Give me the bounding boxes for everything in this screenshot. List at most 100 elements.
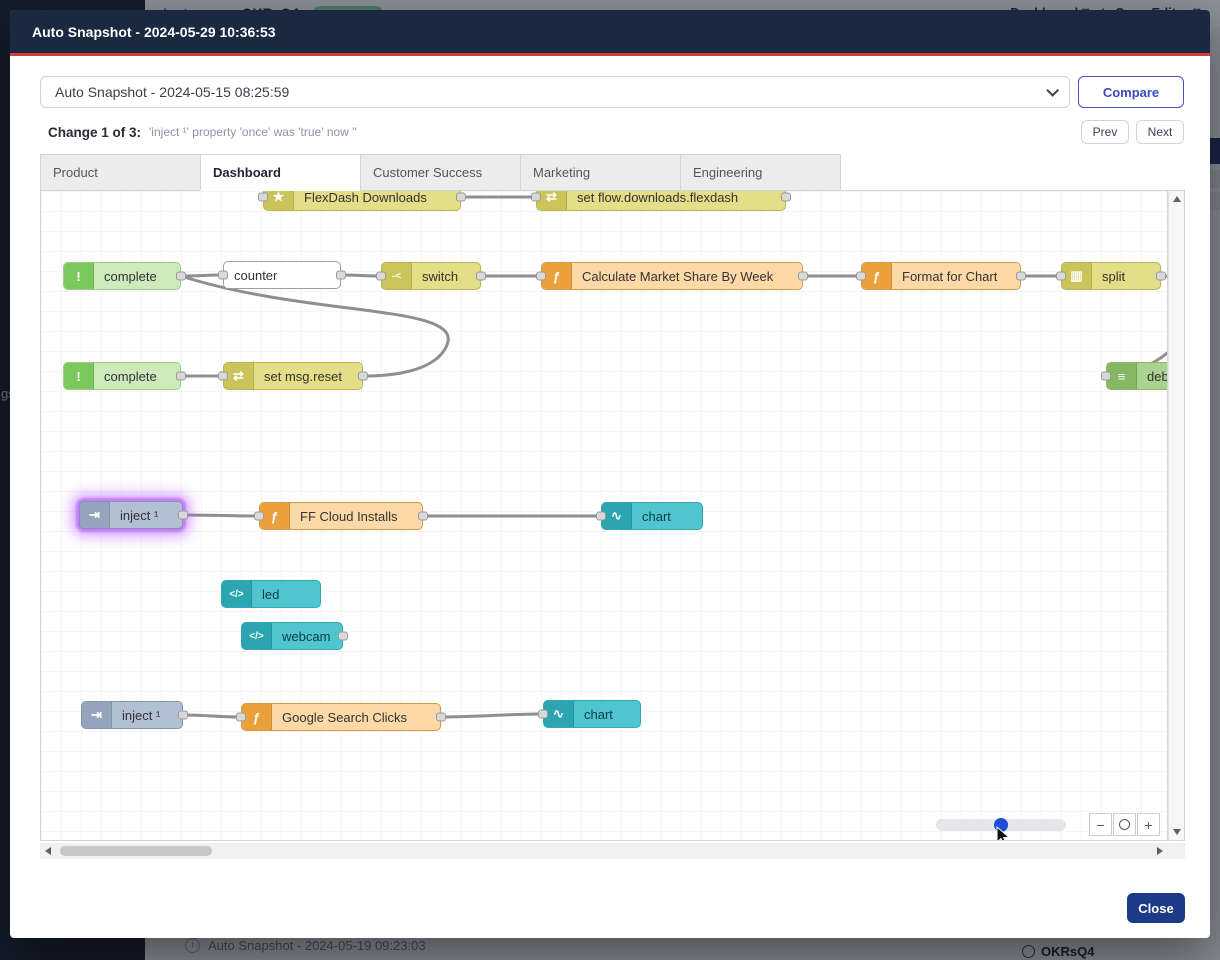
tab-customer-success[interactable]: Customer Success <box>360 154 521 191</box>
flow-node-complete-1[interactable]: !complete <box>63 262 181 290</box>
port-right[interactable] <box>338 632 348 641</box>
flow-node-split[interactable]: ▥split <box>1061 262 1161 290</box>
port-right[interactable] <box>456 193 466 202</box>
port-right[interactable] <box>178 711 188 720</box>
scroll-right-icon[interactable] <box>1157 847 1163 855</box>
node-label: complete <box>94 269 167 284</box>
tab-marketing[interactable]: Marketing <box>520 154 681 191</box>
node-label: complete <box>94 369 167 384</box>
flow-node-webcam[interactable]: </>webcam <box>241 622 343 650</box>
next-button[interactable]: Next <box>1136 120 1184 144</box>
port-left[interactable] <box>596 512 606 521</box>
function-icon: ƒ <box>542 263 572 289</box>
flow-canvas[interactable]: − + ★FlexDash Downloads⇄set flow.downloa… <box>40 190 1168 841</box>
function-icon: ƒ <box>862 263 892 289</box>
port-right[interactable] <box>1016 272 1026 281</box>
scroll-left-icon[interactable] <box>45 847 51 855</box>
port-right[interactable] <box>418 512 428 521</box>
node-label: FF Cloud Installs <box>290 509 408 524</box>
compare-button[interactable]: Compare <box>1078 76 1184 108</box>
node-label: set msg.reset <box>254 369 352 384</box>
flow-node-calculate-market-share[interactable]: ƒCalculate Market Share By Week <box>541 262 803 290</box>
flow-node-ff-cloud-installs[interactable]: ƒFF Cloud Installs <box>259 502 423 530</box>
port-left[interactable] <box>218 271 228 280</box>
function-icon: ƒ <box>242 704 272 730</box>
port-left[interactable] <box>538 710 548 719</box>
port-left[interactable] <box>376 272 386 281</box>
port-right[interactable] <box>178 511 188 520</box>
modal-title: Auto Snapshot - 2024-05-29 10:36:53 <box>32 24 276 40</box>
flow-node-complete-2[interactable]: !complete <box>63 362 181 390</box>
tab-engineering[interactable]: Engineering <box>680 154 841 191</box>
flow-node-led[interactable]: </>led <box>221 580 321 608</box>
port-right[interactable] <box>358 372 368 381</box>
chart-icon: ∿ <box>544 701 574 727</box>
code-icon: </> <box>222 581 252 607</box>
port-left[interactable] <box>536 272 546 281</box>
node-label: debug <box>1137 369 1168 384</box>
flow-node-inject-1[interactable]: ⇥inject ¹ <box>79 501 183 529</box>
port-left[interactable] <box>1101 372 1111 381</box>
flow-node-switch[interactable]: -<switch <box>381 262 481 290</box>
port-right[interactable] <box>436 713 446 722</box>
node-label: set flow.downloads.flexdash <box>567 190 748 205</box>
node-label: switch <box>412 269 468 284</box>
port-left[interactable] <box>236 713 246 722</box>
port-right[interactable] <box>336 271 346 280</box>
snapshot-diff-modal: Auto Snapshot - 2024-05-29 10:36:53 Auto… <box>10 10 1210 938</box>
change-icon: ⇄ <box>224 363 254 389</box>
debug-icon: ≡ <box>1107 363 1137 389</box>
node-label: inject ¹ <box>112 708 170 723</box>
flow-node-chart-2[interactable]: ∿chart <box>543 700 641 728</box>
node-label: chart <box>574 707 623 722</box>
zoom-in-button[interactable]: + <box>1137 813 1160 836</box>
flow-node-inject-2[interactable]: ⇥inject ¹ <box>81 701 183 729</box>
zoom-out-button[interactable]: − <box>1089 813 1112 836</box>
node-label: counter <box>224 268 287 283</box>
node-label: split <box>1092 269 1135 284</box>
port-right[interactable] <box>476 272 486 281</box>
port-left[interactable] <box>1056 272 1066 281</box>
flow-node-google-search-clicks[interactable]: ƒGoogle Search Clicks <box>241 703 441 731</box>
complete-icon: ! <box>64 263 94 289</box>
port-left[interactable] <box>856 272 866 281</box>
node-label: webcam <box>272 629 340 644</box>
port-right[interactable] <box>176 272 186 281</box>
port-right[interactable] <box>1156 272 1166 281</box>
close-button[interactable]: Close <box>1127 893 1185 923</box>
port-right[interactable] <box>176 372 186 381</box>
inject-icon: ⇥ <box>80 502 110 528</box>
node-label: inject ¹ <box>110 508 168 523</box>
change-counter-label: Change 1 of 3: <box>48 125 141 140</box>
port-left[interactable] <box>258 193 268 202</box>
horizontal-scroll-thumb[interactable] <box>60 846 212 856</box>
chart-icon: ∿ <box>602 503 632 529</box>
flow-node-debug[interactable]: ≡debug <box>1106 362 1168 390</box>
scroll-down-icon[interactable] <box>1173 829 1181 835</box>
complete-icon: ! <box>64 363 94 389</box>
port-right[interactable] <box>798 272 808 281</box>
port-right[interactable] <box>781 193 791 202</box>
node-label: FlexDash Downloads <box>294 190 437 205</box>
star-icon: ★ <box>264 190 294 210</box>
zoom-reset-button[interactable] <box>1113 813 1136 836</box>
scrollbar-corner <box>1168 843 1185 859</box>
horizontal-scrollbar[interactable] <box>40 843 1168 859</box>
port-left[interactable] <box>218 372 228 381</box>
flow-node-set-flow-downloads-flexdash[interactable]: ⇄set flow.downloads.flexdash <box>536 190 786 211</box>
flow-node-set-msg-reset[interactable]: ⇄set msg.reset <box>223 362 363 390</box>
tab-dashboard[interactable]: Dashboard <box>200 154 361 191</box>
scroll-up-icon[interactable] <box>1173 196 1181 202</box>
flow-node-format-for-chart[interactable]: ƒFormat for Chart <box>861 262 1021 290</box>
flow-node-counter[interactable]: counter <box>223 261 341 289</box>
flow-node-chart-1[interactable]: ∿chart <box>601 502 703 530</box>
code-icon: </> <box>242 623 272 649</box>
chevron-down-icon <box>1046 84 1059 97</box>
port-left[interactable] <box>254 512 264 521</box>
vertical-scrollbar[interactable] <box>1168 190 1185 841</box>
flow-node-flexdash-downloads[interactable]: ★FlexDash Downloads <box>263 190 461 211</box>
port-left[interactable] <box>531 193 541 202</box>
prev-button[interactable]: Prev <box>1081 120 1129 144</box>
tab-product[interactable]: Product <box>40 154 201 191</box>
snapshot-select[interactable]: Auto Snapshot - 2024-05-15 08:25:59 <box>40 76 1070 108</box>
